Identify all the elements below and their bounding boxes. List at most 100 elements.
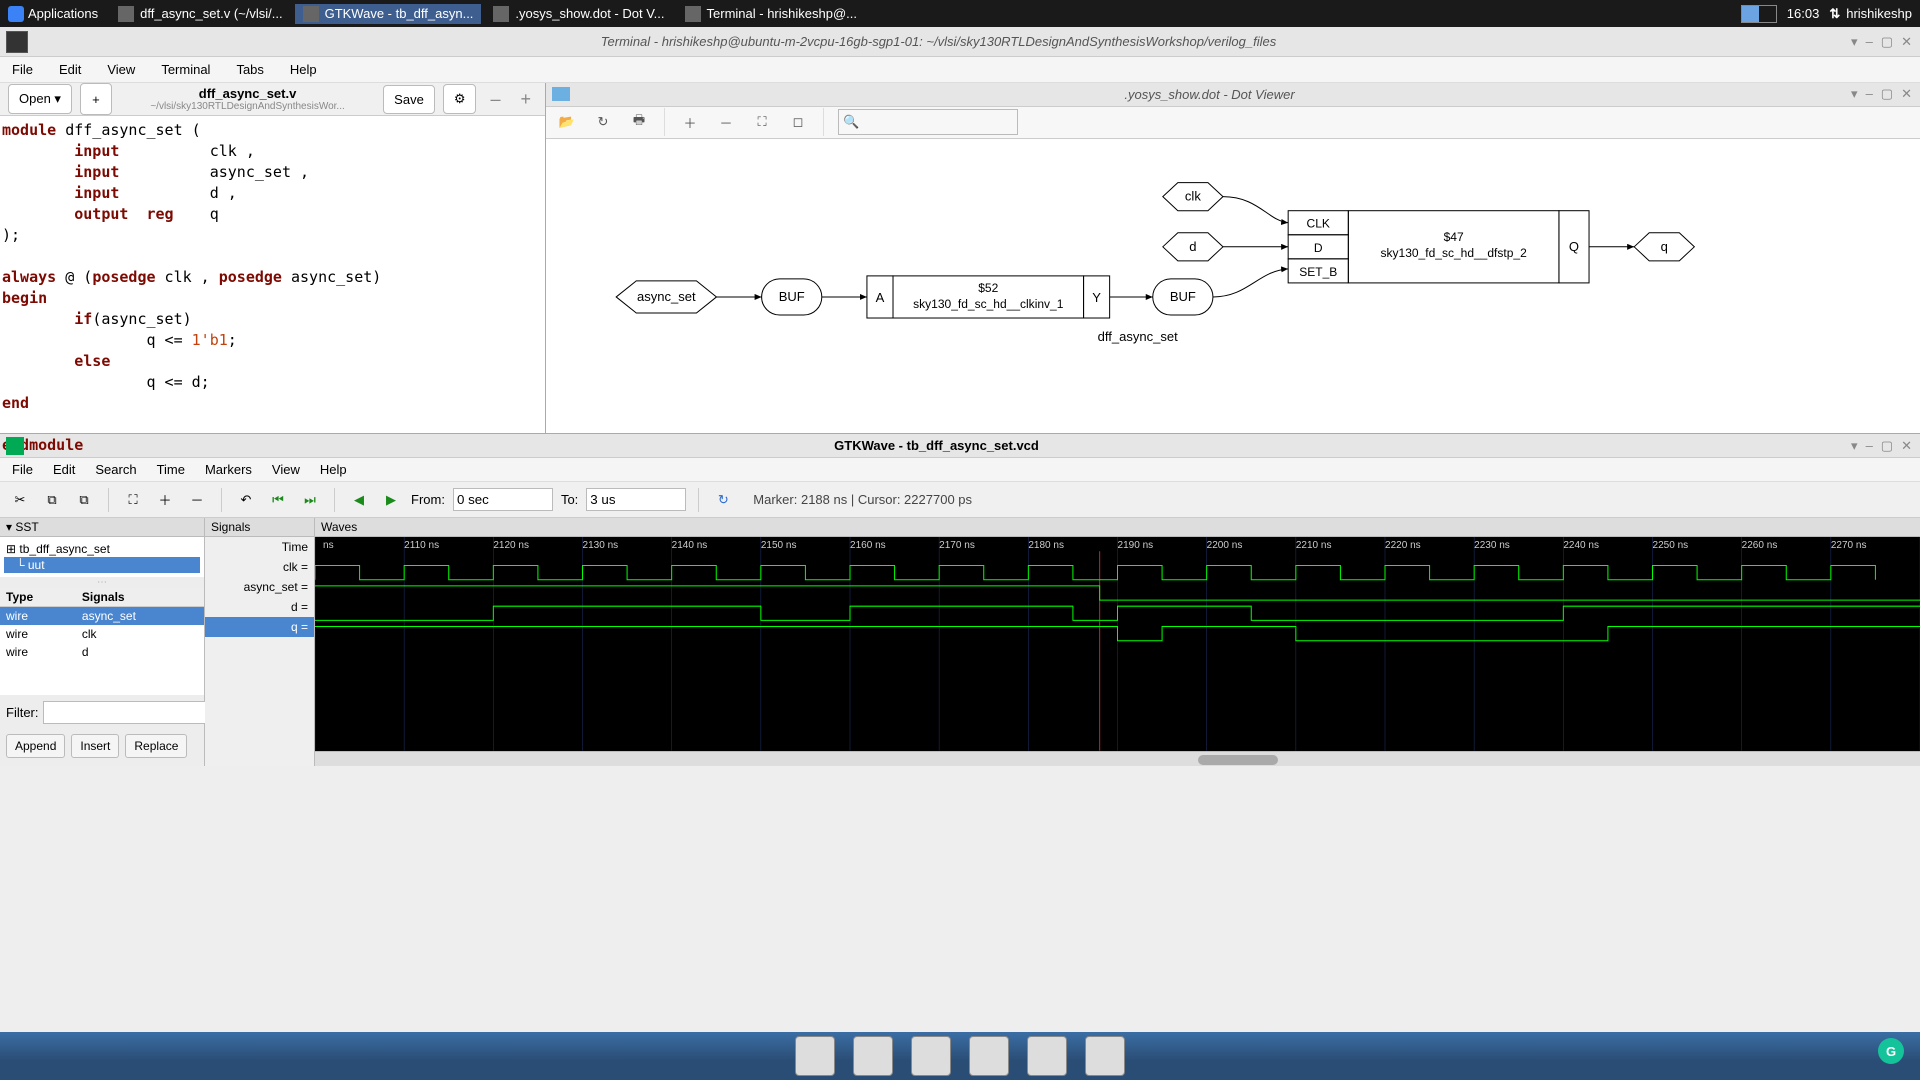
- window-max-icon[interactable]: ▢: [1881, 438, 1893, 454]
- window-min-icon[interactable]: ▾: [1851, 86, 1858, 102]
- last-edge-icon[interactable]: ⏭: [298, 488, 322, 512]
- task-editor[interactable]: dff_async_set.v (~/vlsi/...: [110, 4, 290, 24]
- zoom-out-icon[interactable]: －: [715, 111, 737, 133]
- to-label: To:: [561, 492, 578, 507]
- window-close-icon[interactable]: ✕: [1901, 86, 1912, 102]
- append-button[interactable]: Append: [6, 734, 65, 758]
- print-icon[interactable]: 🖶: [628, 111, 650, 133]
- gw-menu-edit[interactable]: Edit: [53, 462, 75, 477]
- zoom-in-icon[interactable]: ＋: [153, 488, 177, 512]
- svg-text:2240 ns: 2240 ns: [1563, 540, 1599, 551]
- sig-row-async-set: wireasync_set: [0, 607, 204, 626]
- hierarchy-tree[interactable]: ⊞ tb_dff_async_set └ uut: [0, 537, 204, 577]
- save-button[interactable]: Save: [383, 85, 435, 114]
- svg-text:$47: $47: [1444, 230, 1464, 244]
- signal-list[interactable]: TypeSignals wireasync_set wireclk wired: [0, 588, 204, 695]
- network-icon[interactable]: ⇅: [1829, 6, 1840, 22]
- menu-tabs[interactable]: Tabs: [236, 62, 263, 77]
- svg-text:sky130_fd_sc_hd__clkinv_1: sky130_fd_sc_hd__clkinv_1: [913, 297, 1064, 311]
- dock: [0, 1032, 1920, 1080]
- menu-file[interactable]: File: [12, 62, 33, 77]
- gw-menu-help[interactable]: Help: [320, 462, 347, 477]
- new-tab-button[interactable]: +: [80, 83, 112, 115]
- dotviewer-icon: [552, 87, 570, 101]
- svg-text:2260 ns: 2260 ns: [1742, 540, 1778, 551]
- reload-icon[interactable]: ↻: [711, 488, 735, 512]
- task-terminal[interactable]: Terminal - hrishikeshp@...: [677, 4, 865, 24]
- svg-text:sky130_fd_sc_hd__dfstp_2: sky130_fd_sc_hd__dfstp_2: [1380, 246, 1527, 260]
- first-edge-icon[interactable]: ⏮: [266, 488, 290, 512]
- zoom-fit-icon[interactable]: ⛶: [121, 488, 145, 512]
- applications-menu[interactable]: Applications: [8, 6, 98, 22]
- dock-search-icon[interactable]: [1027, 1036, 1067, 1076]
- paste-icon[interactable]: ⧉: [72, 488, 96, 512]
- menu-view[interactable]: View: [107, 62, 135, 77]
- zoom-in-icon[interactable]: ＋: [679, 111, 701, 133]
- reload-icon[interactable]: ↻: [592, 111, 614, 133]
- dock-browser-icon[interactable]: [969, 1036, 1009, 1076]
- from-input[interactable]: [453, 488, 553, 511]
- gw-menu-file[interactable]: File: [12, 462, 33, 477]
- window-min-icon[interactable]: ▾: [1851, 34, 1858, 50]
- window-max-icon[interactable]: +: [514, 89, 537, 110]
- filter-input[interactable]: [43, 701, 228, 724]
- svg-text:2130 ns: 2130 ns: [583, 540, 619, 551]
- from-label: From:: [411, 492, 445, 507]
- copy-icon[interactable]: ⧉: [40, 488, 64, 512]
- svg-text:D: D: [1314, 241, 1323, 255]
- grammarly-icon[interactable]: G: [1878, 1038, 1904, 1064]
- next-edge-icon[interactable]: ▶: [379, 488, 403, 512]
- menu-edit[interactable]: Edit: [59, 62, 81, 77]
- search-input[interactable]: 🔍: [838, 109, 1018, 135]
- user-label[interactable]: hrishikeshp: [1846, 6, 1912, 21]
- gw-menu-markers[interactable]: Markers: [205, 462, 252, 477]
- editor-filepath: ~/vlsi/sky130RTLDesignAndSynthesisWor...: [120, 101, 375, 112]
- zoom-100-icon[interactable]: ◻: [787, 111, 809, 133]
- zoom-fit-icon[interactable]: ⛶: [751, 111, 773, 133]
- to-input[interactable]: [586, 488, 686, 511]
- svg-text:2220 ns: 2220 ns: [1385, 540, 1421, 551]
- dock-files-icon[interactable]: [911, 1036, 951, 1076]
- workspace-switcher[interactable]: [1741, 5, 1777, 23]
- dock-terminal-icon[interactable]: [853, 1036, 893, 1076]
- settings-button[interactable]: ⚙: [443, 84, 477, 114]
- svg-text:2200 ns: 2200 ns: [1207, 540, 1243, 551]
- menu-help[interactable]: Help: [290, 62, 317, 77]
- window-hide-icon[interactable]: –: [1866, 86, 1873, 102]
- gw-menu-search[interactable]: Search: [95, 462, 136, 477]
- dock-desktop-icon[interactable]: [795, 1036, 835, 1076]
- open-button[interactable]: Open ▾: [8, 84, 72, 114]
- svg-text:async_set: async_set: [637, 289, 696, 304]
- window-hide-icon[interactable]: –: [1866, 438, 1873, 454]
- replace-button[interactable]: Replace: [125, 734, 187, 758]
- zoom-out-icon[interactable]: －: [185, 488, 209, 512]
- task-dotviewer[interactable]: .yosys_show.dot - Dot V...: [485, 4, 672, 24]
- undo-icon[interactable]: ↶: [234, 488, 258, 512]
- filter-label: Filter:: [6, 705, 39, 720]
- menu-terminal[interactable]: Terminal: [161, 62, 210, 77]
- window-hide-icon[interactable]: –: [1866, 34, 1873, 50]
- waveform-canvas[interactable]: ns2110 ns2120 ns2130 ns2140 ns2150 ns216…: [315, 537, 1920, 751]
- wave-scrollbar[interactable]: [315, 751, 1920, 766]
- window-min-icon[interactable]: ▾: [1851, 438, 1858, 454]
- svg-text:d: d: [1189, 239, 1196, 254]
- prev-edge-icon[interactable]: ◀: [347, 488, 371, 512]
- open-folder-icon[interactable]: 📂: [556, 111, 578, 133]
- graph-canvas[interactable]: async_set BUF A $52 sky130_fd_sc_hd__clk…: [546, 139, 1920, 433]
- task-gtkwave[interactable]: GTKWave - tb_dff_asyn...: [295, 4, 482, 24]
- window-max-icon[interactable]: ▢: [1881, 86, 1893, 102]
- cut-icon[interactable]: ✂: [8, 488, 32, 512]
- window-max-icon[interactable]: ▢: [1881, 34, 1893, 50]
- gw-menu-time[interactable]: Time: [157, 462, 185, 477]
- window-min-icon[interactable]: –: [484, 89, 506, 110]
- window-close-icon[interactable]: ✕: [1901, 34, 1912, 50]
- svg-text:BUF: BUF: [1170, 289, 1196, 304]
- terminal-titlebar: Terminal - hrishikeshp@ubuntu-m-2vcpu-16…: [0, 27, 1920, 57]
- svg-text:2120 ns: 2120 ns: [493, 540, 529, 551]
- code-area[interactable]: module dff_async_set ( input clk , input…: [0, 116, 545, 460]
- text-editor: Open ▾ + dff_async_set.v ~/vlsi/sky130RT…: [0, 83, 546, 433]
- dock-folder-icon[interactable]: [1085, 1036, 1125, 1076]
- insert-button[interactable]: Insert: [71, 734, 119, 758]
- gw-menu-view[interactable]: View: [272, 462, 300, 477]
- window-close-icon[interactable]: ✕: [1901, 438, 1912, 454]
